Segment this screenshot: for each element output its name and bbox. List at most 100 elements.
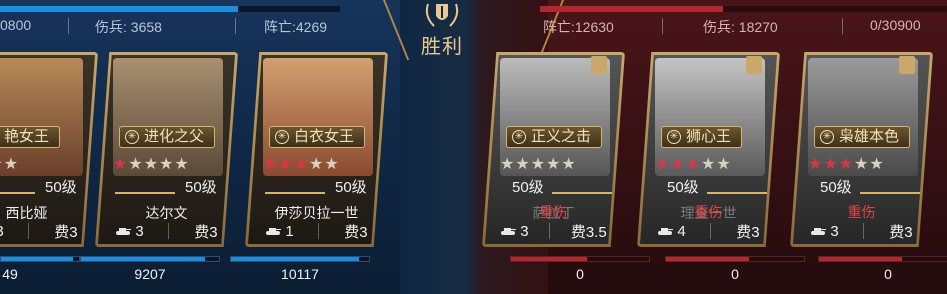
card-footer: 3 费3 [798, 219, 925, 243]
star-icon: ★ [515, 156, 531, 173]
troop-count-value: 3 [830, 222, 839, 240]
star-icon: ★ [309, 156, 325, 173]
hero-title-text: 进化之父 [144, 128, 205, 145]
star-icon: ★ [701, 156, 717, 173]
hp-value: 49 [2, 266, 18, 282]
hero-card[interactable]: ✳ 进化之父 ★★★★★ 50级 达尔文 3 费3 [95, 52, 238, 247]
star-rating: ★★★★★ [113, 154, 190, 174]
left-total-text: 0800 [0, 17, 32, 33]
hp-bar-fill [231, 257, 360, 261]
star-icon: ★ [143, 156, 160, 173]
star-rating: ★★★★★ [808, 154, 885, 174]
star-icon: ★ [716, 156, 732, 173]
star-icon: ★ [808, 156, 824, 173]
hp-bar [818, 256, 947, 262]
hero-title-plate: ✳ 白衣女王 [269, 126, 366, 148]
footer-divider [549, 223, 551, 239]
star-rating: ★★★ [0, 154, 19, 174]
troop-count-value: 3 [0, 223, 4, 240]
hero-level: 50级 [820, 179, 852, 196]
emblem-icon: ✳ [275, 130, 289, 144]
emblem-icon: ✳ [125, 130, 139, 144]
hero-card[interactable]: ✳ 白衣女王 ★★★★★ 50级 伊莎贝拉一世 1 费3 [245, 52, 388, 247]
cost-label: 费3 [889, 223, 913, 241]
stat-divider [842, 18, 843, 34]
troop-count-value: 1 [285, 222, 294, 240]
hero-level: 50级 [45, 179, 77, 196]
hp-bar [80, 256, 220, 262]
cost-label: 费3 [344, 223, 368, 241]
star-icon: ★ [324, 156, 340, 173]
hp-value: 10117 [281, 266, 319, 282]
hero-title-text: 正义之击 [531, 128, 592, 145]
hero-title-plate: ✳ 狮心王 [661, 126, 743, 148]
left-wounded-text: 伤兵: 3658 [95, 19, 162, 35]
star-icon: ★ [3, 156, 20, 173]
troop-count: 3 [500, 223, 529, 240]
hp-bar [230, 256, 370, 262]
tank-icon [811, 228, 827, 236]
troop-count: 1 [265, 222, 294, 240]
tank-icon [116, 228, 132, 236]
troop-count-value: 4 [677, 222, 686, 240]
troop-count: 4 [657, 222, 686, 240]
star-icon: ★ [838, 156, 855, 173]
hero-card[interactable]: ✳艳女王★★★50级西比娅3费3 [0, 52, 98, 247]
star-icon: ★ [263, 156, 279, 173]
laurel-shield-icon [425, 3, 459, 27]
star-icon: ★ [500, 156, 516, 173]
hero-card[interactable]: ✳ 正义之击 ★★★★★ 50级 萨拉丁 重伤 3 费3.5 [482, 52, 625, 247]
star-icon: ★ [113, 156, 129, 173]
hero-card[interactable]: ✳ 枭雄本色 ★★★★★ 50级 重伤 3 费3 [790, 52, 933, 247]
stat-divider [662, 18, 663, 34]
card-footer: 1 费3 [253, 219, 380, 243]
helmet-icon [899, 56, 915, 74]
hp-bar-fill [819, 257, 902, 261]
troop-count: 3 [0, 223, 4, 240]
hp-value: 0 [576, 266, 584, 282]
star-icon: ★ [685, 156, 702, 173]
star-icon: ★ [854, 156, 870, 173]
level-underline [265, 192, 325, 194]
star-icon: ★ [823, 156, 839, 173]
hero-title-plate: ✳ 进化之父 [119, 126, 216, 148]
level-underline [115, 192, 175, 194]
footer-divider [28, 223, 30, 239]
cost-label: 费3 [194, 223, 218, 241]
emblem-icon: ✳ [820, 130, 834, 144]
cost-label: 费3 [736, 223, 760, 241]
tank-icon [501, 228, 517, 236]
right-wounded-text: 伤兵: 18270 [703, 19, 778, 35]
helmet-icon [591, 56, 607, 74]
hp-bar [0, 256, 80, 262]
hero-level: 50级 [667, 179, 699, 196]
hp-bar-fill [81, 257, 206, 261]
tank-icon [266, 228, 282, 236]
level-underline [552, 192, 612, 194]
helmet-icon [746, 56, 762, 74]
card-footer: 4 费3 [645, 219, 772, 243]
star-icon: ★ [128, 156, 144, 173]
hp-bar-fill [1, 257, 73, 261]
star-icon: ★ [530, 156, 547, 173]
cost-label: 费3.5 [570, 223, 607, 241]
level-underline [860, 192, 920, 194]
star-icon: ★ [561, 156, 577, 173]
card-footer: 3 费3.5 [490, 219, 617, 243]
level-underline [0, 192, 35, 194]
troop-count-value: 3 [135, 222, 144, 240]
star-rating: ★★★★★ [655, 154, 732, 174]
star-icon: ★ [546, 156, 562, 173]
left-dead-text: 阵亡:4269 [264, 19, 328, 35]
left-total-bar [0, 6, 340, 12]
hp-bar-fill [666, 257, 749, 261]
hero-title-text: 艳女王 [4, 128, 50, 145]
hero-title-plate: ✳ 正义之击 [506, 126, 603, 148]
star-rating: ★★★★★ [263, 154, 340, 174]
right-total-bar [540, 6, 947, 12]
level-underline [707, 192, 767, 194]
stat-divider [68, 18, 69, 34]
hero-card[interactable]: ✳ 狮心王 ★★★★★ 50级 理查一世 重伤 4 费3 [637, 52, 780, 247]
right-dead-text: 阵亡:12630 [543, 19, 614, 35]
star-icon: ★ [655, 156, 671, 173]
